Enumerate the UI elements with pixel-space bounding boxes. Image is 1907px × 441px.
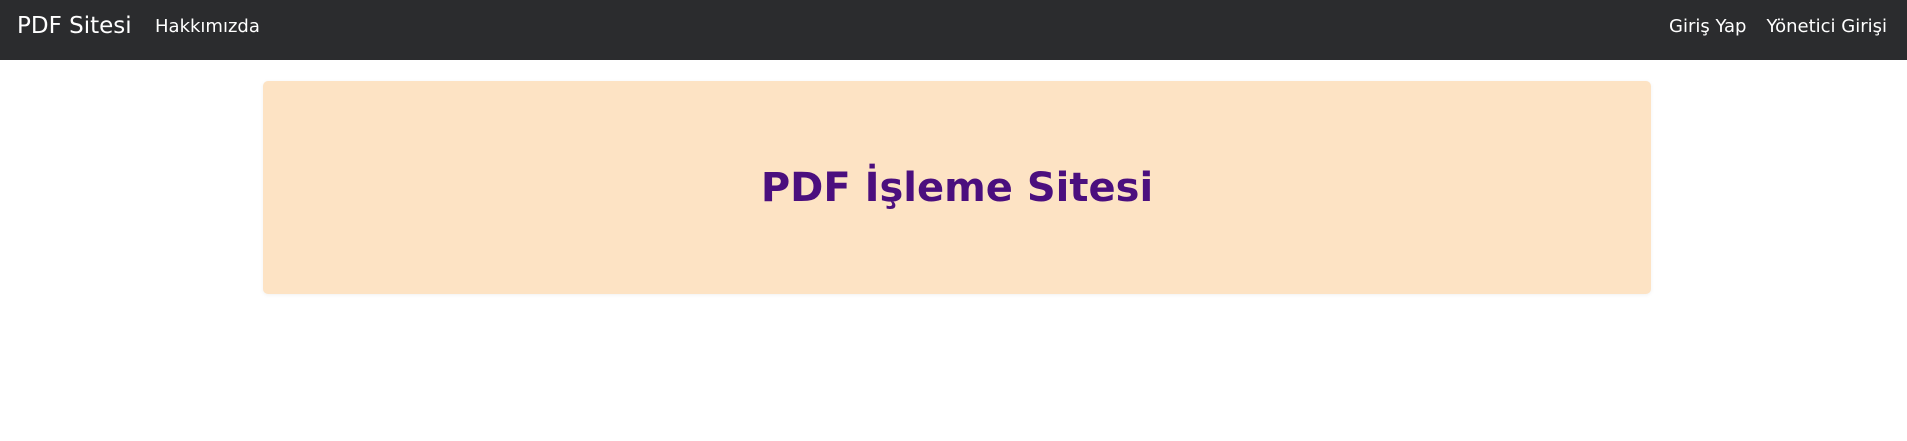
page-title: PDF İşleme Sitesi bbox=[760, 164, 1154, 211]
nav-link-admin-login[interactable]: Yönetici Girişi bbox=[1766, 16, 1887, 38]
nav-link-login[interactable]: Giriş Yap bbox=[1669, 16, 1746, 38]
top-navbar: PDF Sitesi Hakkımızda Giriş Yap Yönetici… bbox=[0, 0, 1907, 60]
brand-link[interactable]: PDF Sitesi bbox=[17, 12, 132, 40]
hero-banner: PDF İşleme Sitesi bbox=[263, 81, 1651, 294]
nav-link-about[interactable]: Hakkımızda bbox=[155, 16, 260, 38]
nav-right-group: Giriş Yap Yönetici Girişi bbox=[1669, 16, 1887, 38]
